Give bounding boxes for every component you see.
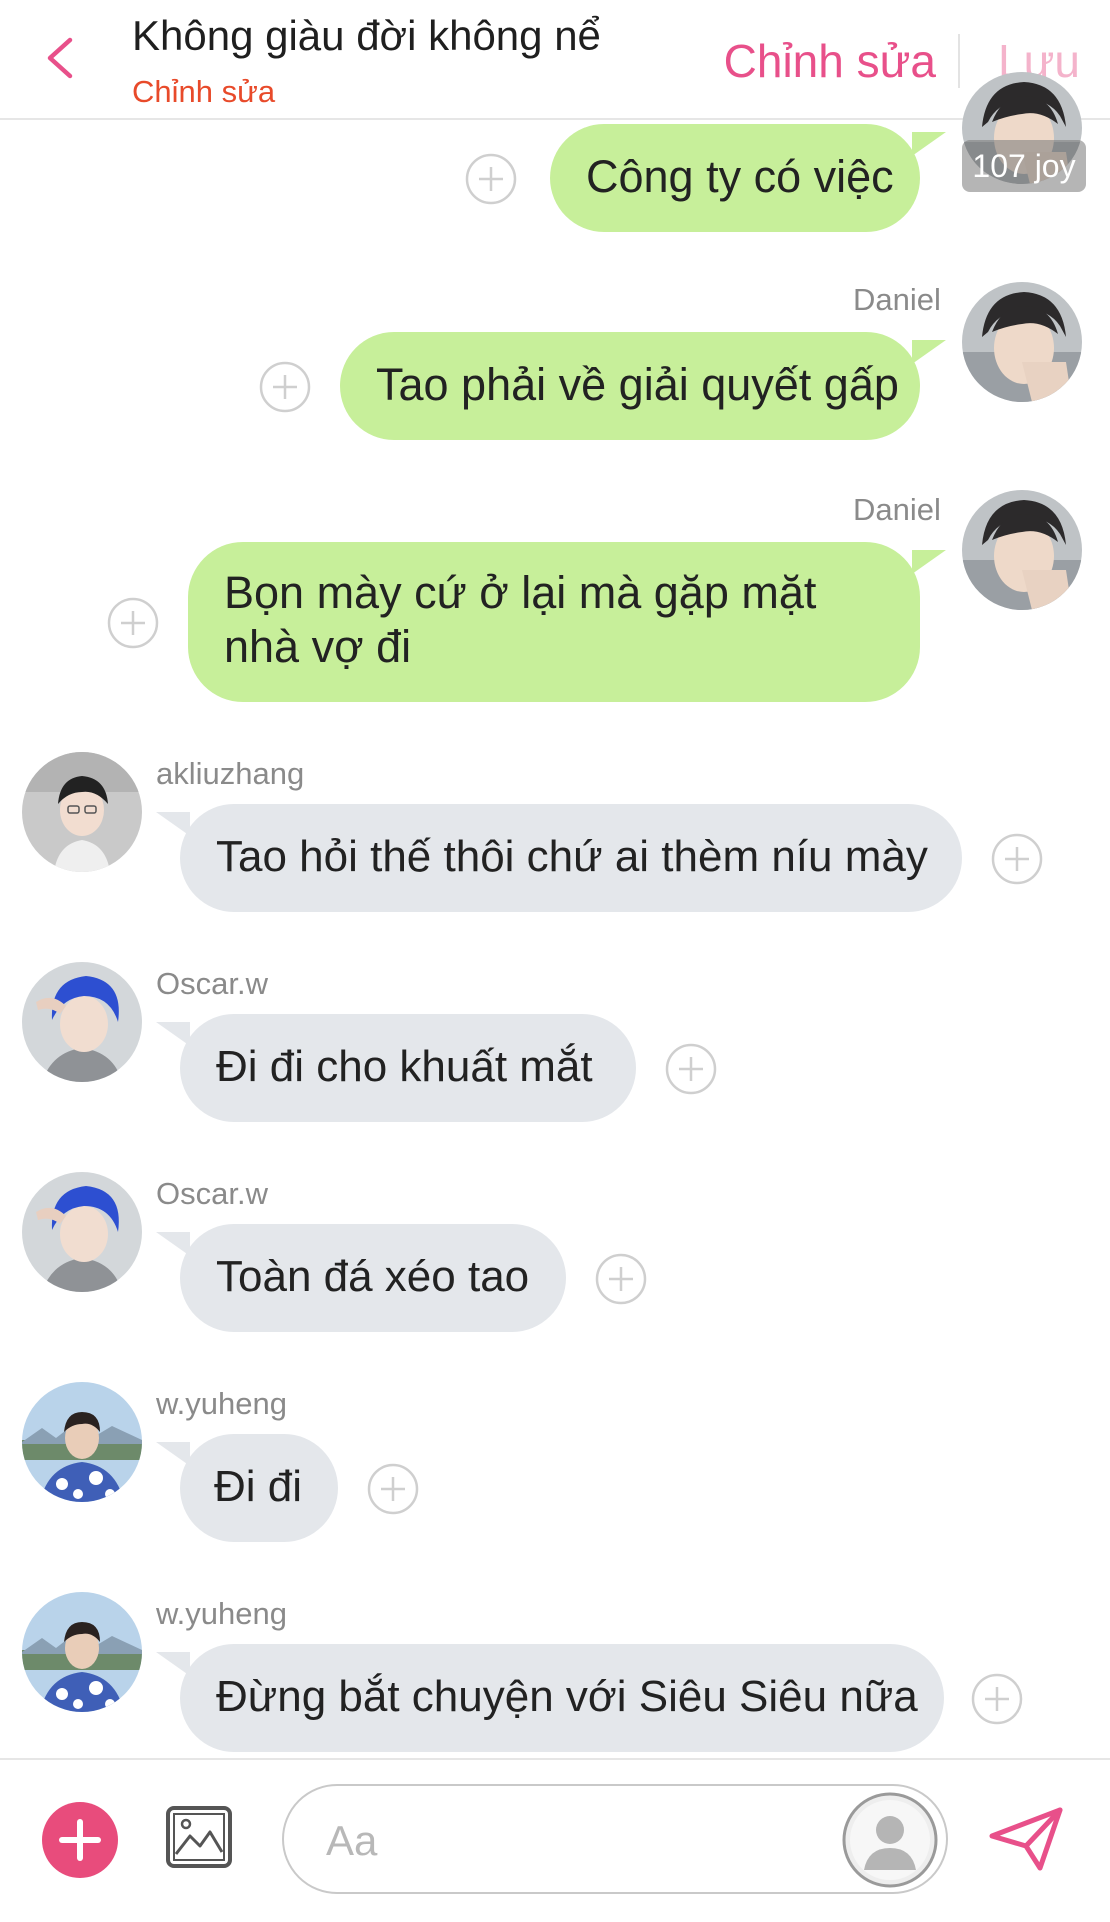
sender-name: Daniel [853, 282, 941, 317]
add-reaction-icon[interactable] [970, 1672, 1024, 1726]
composer-bar [0, 1758, 1110, 1922]
add-reaction-icon[interactable] [258, 360, 312, 414]
avatar[interactable] [22, 1592, 142, 1712]
message-bubble[interactable]: Toàn đá xéo tao [180, 1224, 566, 1332]
sender-name: Daniel [853, 492, 941, 527]
sender-name: Oscar.w [156, 1176, 268, 1211]
add-reaction-icon[interactable] [464, 152, 518, 206]
bubble-tail [156, 1442, 190, 1466]
bubble-tail [156, 1652, 190, 1676]
avatar[interactable] [962, 282, 1082, 402]
sender-name: Oscar.w [156, 966, 268, 1001]
bubble-tail [156, 1022, 190, 1046]
sender-name: w.yuheng [156, 1386, 287, 1421]
chat-subtitle: Chỉnh sửa [132, 74, 276, 109]
avatar[interactable] [22, 962, 142, 1082]
avatar[interactable] [22, 1172, 142, 1292]
message-bubble[interactable]: Tao phải về giải quyết gấp [340, 332, 920, 440]
message-bubble[interactable]: Đừng bắt chuyện với Siêu Siêu nữa [180, 1644, 944, 1752]
add-reaction-icon[interactable] [366, 1462, 420, 1516]
message-bubble[interactable]: Công ty có việc [550, 124, 920, 232]
chat-title: Không giàu đời không nể [132, 12, 601, 59]
message-bubble[interactable]: Tao hỏi thế thôi chứ ai thèm níu mày [180, 804, 962, 912]
avatar[interactable] [22, 1382, 142, 1502]
sender-name: w.yuheng [156, 1596, 287, 1631]
sender-name: akliuzhang [156, 756, 305, 791]
avatar[interactable] [962, 490, 1082, 610]
avatar[interactable] [22, 752, 142, 872]
add-icon [59, 1819, 101, 1861]
add-reaction-icon[interactable] [990, 832, 1044, 886]
image-icon[interactable] [164, 1804, 234, 1870]
add-button[interactable] [42, 1802, 118, 1878]
message-bubble[interactable]: Đi đi [180, 1434, 338, 1542]
edit-button[interactable]: Chỉnh sửa [724, 34, 936, 88]
add-reaction-icon[interactable] [594, 1252, 648, 1306]
bubble-tail [912, 550, 946, 574]
send-icon[interactable] [986, 1804, 1066, 1874]
bubble-tail [156, 1232, 190, 1256]
badge-label: 107 joy [962, 140, 1086, 192]
header-divider [958, 34, 960, 88]
bubble-tail [912, 132, 946, 156]
bubble-tail [912, 340, 946, 364]
add-reaction-icon[interactable] [106, 596, 160, 650]
message-bubble[interactable]: Đi đi cho khuất mắt [180, 1014, 636, 1122]
chevron-left-icon[interactable] [40, 34, 80, 82]
message-input-wrapper [282, 1784, 948, 1894]
bubble-tail [156, 812, 190, 836]
message-bubble[interactable]: Bọn mày cứ ở lại mà gặp mặt nhà vợ đi [188, 542, 920, 702]
user-silhouette-icon[interactable] [840, 1790, 940, 1890]
chat-header: Không giàu đời không nể Chỉnh sửa Chỉnh … [0, 0, 1110, 120]
message-input[interactable] [324, 1810, 798, 1872]
add-reaction-icon[interactable] [664, 1042, 718, 1096]
